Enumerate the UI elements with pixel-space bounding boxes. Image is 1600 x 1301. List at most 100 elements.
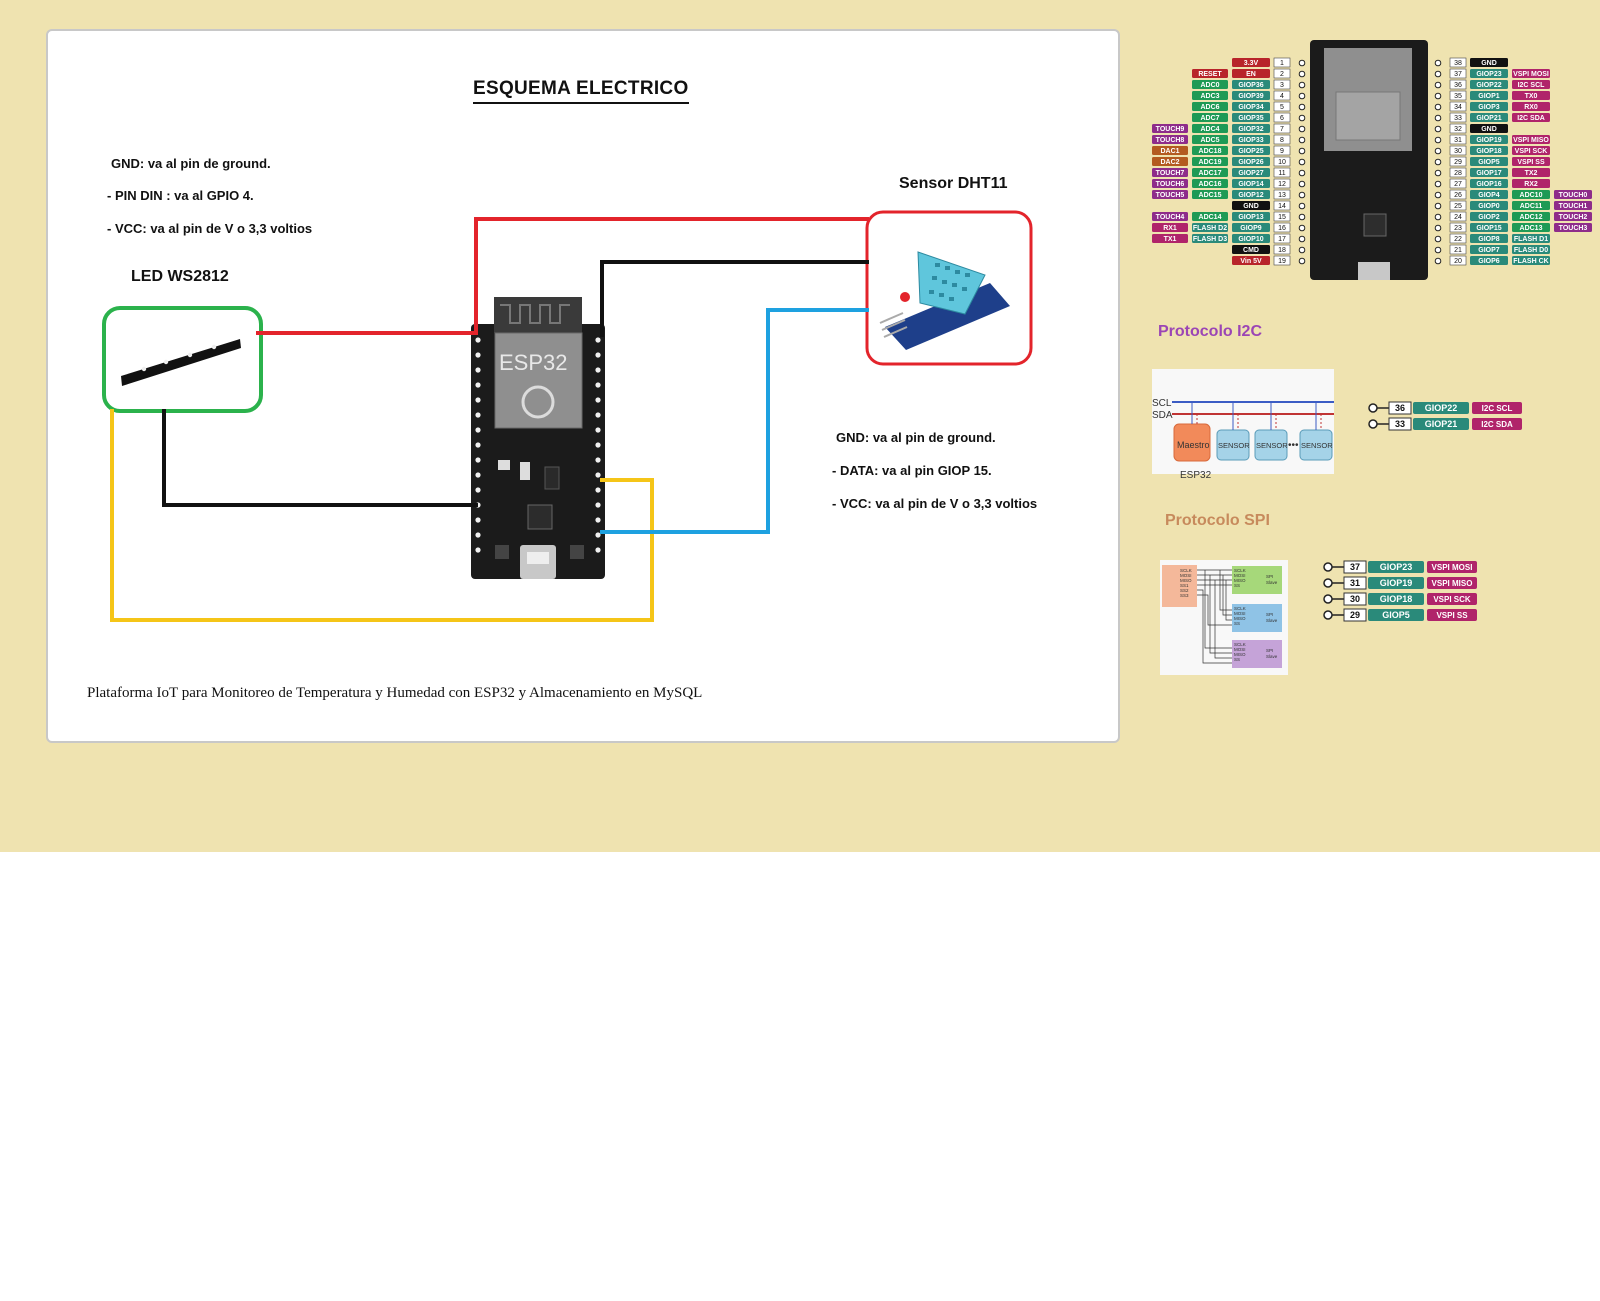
pinout-pin bbox=[1434, 147, 1442, 155]
board-pin bbox=[475, 382, 481, 388]
protocol-func-label: I2C SCL bbox=[1482, 404, 1513, 413]
pinout-pin-number: 2 bbox=[1280, 71, 1284, 78]
protocol-pin-number: 37 bbox=[1350, 562, 1360, 572]
spi-slave-label: Slave bbox=[1266, 580, 1278, 585]
led-ws2812 bbox=[102, 306, 263, 413]
protocol-pin-row: 30 GIOP18 VSPI SCK bbox=[1323, 592, 1477, 606]
pinout-func-label: ADC10 bbox=[1520, 192, 1543, 199]
pinout-func-label: RX2 bbox=[1524, 181, 1538, 188]
pinout-gpio-label: 3.3V bbox=[1244, 60, 1259, 67]
pinout-pin bbox=[1434, 114, 1442, 122]
protocol-pin-row: 33 GIOP21 I2C SDA bbox=[1368, 417, 1522, 431]
pinout-pin bbox=[1298, 103, 1306, 111]
board-pin bbox=[595, 517, 601, 523]
board-pin bbox=[475, 412, 481, 418]
pinout-func-label: VSPI MOSI bbox=[1513, 71, 1549, 78]
board-pin bbox=[595, 427, 601, 433]
pinout-pin-number: 28 bbox=[1454, 170, 1462, 177]
pinout-gpio-label: GIOP18 bbox=[1476, 148, 1501, 155]
spi-diagram: SCLKMOSIMISOSS1SS2SS3 SCLKMOSIMISOSSSPIS… bbox=[1160, 560, 1288, 675]
pinout-gpio-label: GIOP25 bbox=[1238, 148, 1263, 155]
esp32-board: ESP32 bbox=[471, 297, 605, 579]
pinout-pin bbox=[1298, 235, 1306, 243]
board-pin bbox=[475, 352, 481, 358]
protocol-gpio-label: GIOP21 bbox=[1425, 419, 1458, 429]
board-pin bbox=[475, 337, 481, 343]
pinout-pin-number: 21 bbox=[1454, 247, 1462, 254]
pinout-gpio-label: GIOP35 bbox=[1238, 115, 1263, 122]
protocol-func-label: VSPI SCK bbox=[1433, 595, 1471, 604]
pinout-func-label: TX2 bbox=[1525, 170, 1538, 177]
pinout-pin bbox=[1434, 213, 1442, 221]
pinout-pin-number: 22 bbox=[1454, 236, 1462, 243]
pinout-pin bbox=[1298, 158, 1306, 166]
pinout-pin-number: 36 bbox=[1454, 82, 1462, 89]
pinout-pin bbox=[1298, 125, 1306, 133]
pinout-gpio-label: Vin 5V bbox=[1240, 258, 1262, 265]
sensor-led bbox=[900, 292, 910, 302]
protocol-gpio-label: GIOP23 bbox=[1380, 562, 1413, 572]
dht11-sensor bbox=[865, 210, 1033, 366]
pinout-func-label: ADC7 bbox=[1200, 115, 1219, 122]
protocol-pin bbox=[1323, 594, 1333, 604]
board-pin bbox=[595, 472, 601, 478]
pinout-func-label: I2C SCL bbox=[1518, 82, 1546, 89]
pinout-gpio-label: GIOP6 bbox=[1478, 258, 1500, 265]
pinout-gpio-label: GIOP12 bbox=[1238, 192, 1263, 199]
spi-slave-label: Slave bbox=[1266, 618, 1278, 623]
protocol-gpio-label: GIOP5 bbox=[1382, 610, 1410, 620]
pinout-gpio-label: GIOP10 bbox=[1238, 236, 1263, 243]
i2c-diagram: SCL SDA Maestro ESP32 SENSOR SENSOR SENS… bbox=[1152, 369, 1334, 481]
pinout-func-label: ADC15 bbox=[1199, 192, 1222, 199]
protocol-gpio-label: GIOP18 bbox=[1380, 594, 1413, 604]
protocol-pin-number: 33 bbox=[1395, 419, 1405, 429]
board-pin bbox=[595, 412, 601, 418]
pinout-gpio-label: GIOP8 bbox=[1478, 236, 1500, 243]
board-pin bbox=[595, 397, 601, 403]
pinout-pin-number: 4 bbox=[1280, 93, 1284, 100]
pinout-pin-number: 15 bbox=[1278, 214, 1286, 221]
esp32-pinout: 13.3V2ENRESET3GIOP36ADC04GIOP39ADC35GIOP… bbox=[1152, 40, 1592, 280]
pinout-func-label: TOUCH5 bbox=[1156, 192, 1185, 199]
pinout-pin bbox=[1434, 235, 1442, 243]
pinout-pin-number: 7 bbox=[1280, 126, 1284, 133]
pinout-pin-number: 37 bbox=[1454, 71, 1462, 78]
wire-data bbox=[600, 308, 869, 534]
pinout-pin-number: 27 bbox=[1454, 181, 1462, 188]
pinout-gpio-label: GIOP9 bbox=[1240, 225, 1262, 232]
pinout-pin-number: 30 bbox=[1454, 148, 1462, 155]
pinout-func-label: ADC3 bbox=[1200, 93, 1219, 100]
pinout-pin bbox=[1298, 169, 1306, 177]
pinout-func-label: TOUCH3 bbox=[1559, 225, 1588, 232]
pinout-gpio-label: GIOP5 bbox=[1478, 159, 1500, 166]
board-pin bbox=[475, 547, 481, 553]
board-pin bbox=[595, 352, 601, 358]
pinout-gpio-label: GIOP23 bbox=[1476, 71, 1501, 78]
pinout-func-label: ADC16 bbox=[1199, 181, 1222, 188]
pinout-pin bbox=[1434, 70, 1442, 78]
pinout-pin bbox=[1434, 136, 1442, 144]
spi-slave-signal: SS bbox=[1234, 583, 1240, 588]
protocol-pin-number: 31 bbox=[1350, 578, 1360, 588]
pinout-pin-number: 25 bbox=[1454, 203, 1462, 210]
protocol-func-label: I2C SDA bbox=[1481, 420, 1513, 429]
pinout-func-label: TOUCH4 bbox=[1156, 214, 1185, 221]
pinout-gpio-label: GIOP16 bbox=[1476, 181, 1501, 188]
pinout-pin-number: 20 bbox=[1454, 258, 1462, 265]
pinout-pin-number: 12 bbox=[1278, 181, 1286, 188]
pinout-pin bbox=[1298, 114, 1306, 122]
pinout-pin-number: 3 bbox=[1280, 82, 1284, 89]
pinout-pin bbox=[1434, 169, 1442, 177]
esp32-board-label: ESP32 bbox=[499, 350, 568, 375]
board-pin bbox=[475, 487, 481, 493]
pinout-func-label: ADC4 bbox=[1200, 126, 1219, 133]
protocol-func-label: VSPI MOSI bbox=[1432, 563, 1473, 572]
board-pin bbox=[595, 532, 601, 538]
board-pin bbox=[475, 397, 481, 403]
pinout-pin-number: 10 bbox=[1278, 159, 1286, 166]
spi-master-signal: SS3 bbox=[1180, 593, 1189, 598]
i2c-sda-label: SDA bbox=[1152, 410, 1173, 421]
pinout-gpio-label: GIOP14 bbox=[1238, 181, 1263, 188]
pinout-func-label: DAC2 bbox=[1160, 159, 1179, 166]
pinout-func-label: TOUCH8 bbox=[1156, 137, 1185, 144]
